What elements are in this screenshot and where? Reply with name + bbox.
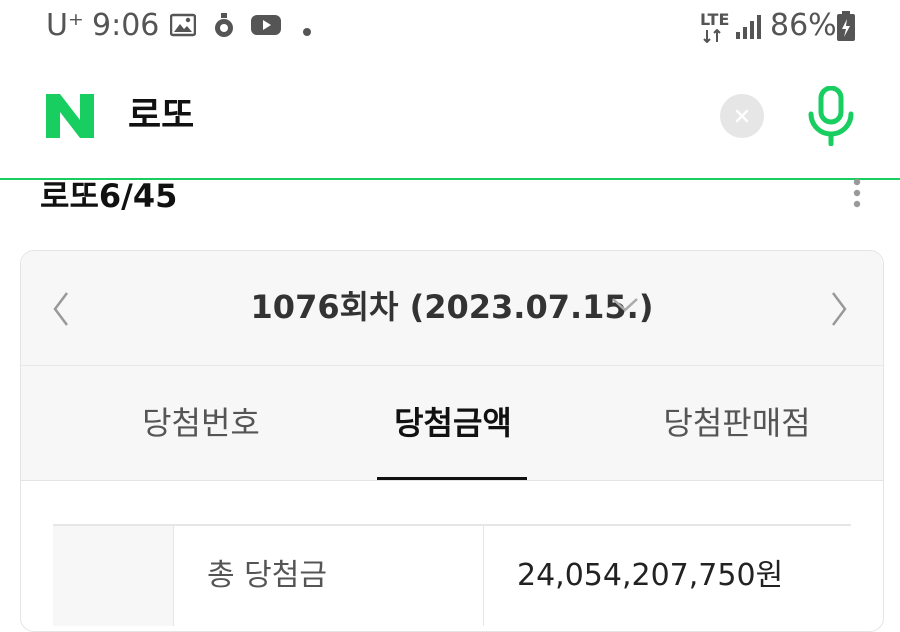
battery-percent: 86% <box>770 8 837 43</box>
voice-search-button[interactable] <box>806 85 856 147</box>
signal-icon <box>734 14 764 44</box>
page-title: 로또6/45 <box>40 177 178 215</box>
location-icon <box>212 12 236 44</box>
rank-cell <box>53 526 174 626</box>
tab-winning-numbers[interactable]: 당첨번호 <box>91 398 311 448</box>
lotto-result-card: 1076회차 (2023.07.15.) 당첨번호 당첨금액 당첨판매점 총 당… <box>20 250 884 632</box>
prize-table: 총 당첨금 24,054,207,750원 <box>53 524 851 626</box>
tab-winning-amount[interactable]: 당첨금액 <box>343 398 563 448</box>
network-type-label: LTE <box>700 10 730 29</box>
data-arrows-icon <box>702 28 724 47</box>
total-prize-label: 총 당첨금 <box>207 558 327 593</box>
next-round-button[interactable] <box>827 289 851 333</box>
status-bar: U⁺ 9:06 LTE 86% <box>0 0 900 56</box>
carrier-label: U⁺ <box>46 8 84 43</box>
notification-dot-icon <box>302 22 312 41</box>
more-vertical-icon <box>853 178 861 208</box>
clear-search-button[interactable] <box>720 94 764 138</box>
cell-divider <box>483 526 484 626</box>
status-time: 9:06 <box>92 8 160 43</box>
result-tabs: 당첨번호 당첨금액 당첨판매점 <box>21 366 883 481</box>
close-icon <box>735 109 749 123</box>
naver-logo[interactable] <box>44 92 96 140</box>
table-row: 총 당첨금 24,054,207,750원 <box>53 526 851 626</box>
tab-winning-stores[interactable]: 당첨판매점 <box>627 398 847 448</box>
gallery-icon <box>169 12 197 42</box>
round-label[interactable]: 1076회차 (2023.07.15.) <box>21 281 883 333</box>
more-options-button[interactable] <box>846 178 868 212</box>
round-selector: 1076회차 (2023.07.15.) <box>21 251 883 366</box>
search-query-text[interactable]: 로또 <box>128 92 194 140</box>
total-prize-value: 24,054,207,750원 <box>517 558 784 593</box>
active-tab-indicator <box>377 477 527 480</box>
battery-charging-icon <box>836 10 856 46</box>
chevron-down-icon <box>612 298 638 312</box>
youtube-icon <box>250 12 282 42</box>
microphone-icon <box>808 85 854 147</box>
round-dropdown-button[interactable] <box>609 295 641 319</box>
chevron-right-icon <box>832 292 847 326</box>
